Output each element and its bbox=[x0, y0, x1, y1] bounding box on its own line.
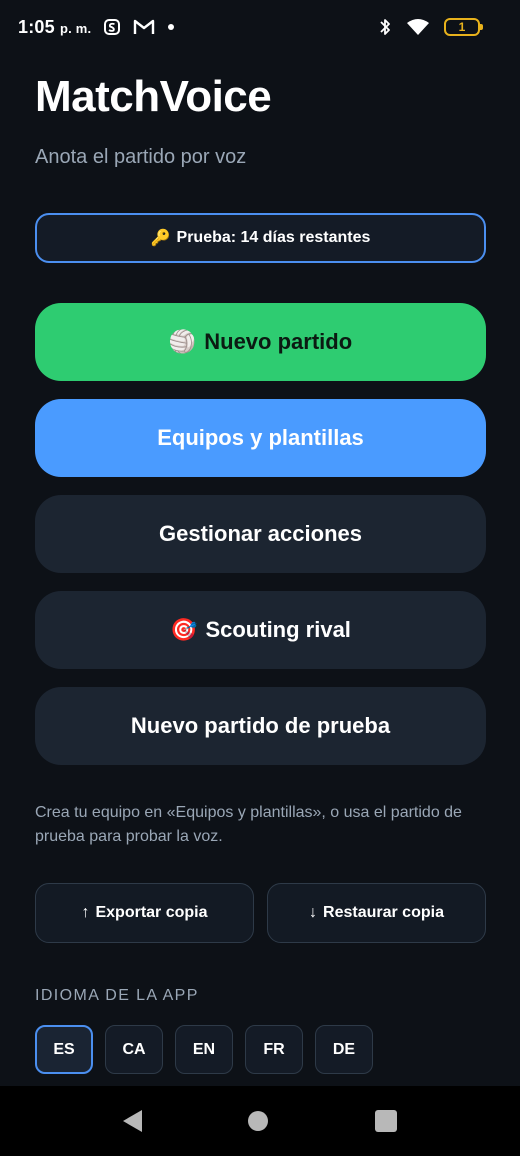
teams-label: Equipos y plantillas bbox=[157, 425, 364, 450]
status-bar: 1:05 p. m. 1 bbox=[0, 0, 520, 54]
dot-icon bbox=[167, 23, 175, 31]
language-selector: ES CA EN FR DE bbox=[35, 1025, 373, 1074]
home-icon[interactable] bbox=[248, 1111, 269, 1131]
gmail-icon bbox=[133, 18, 155, 36]
trial-badge[interactable]: 🔑 Prueba: 14 días restantes bbox=[35, 213, 486, 263]
app-subtitle: Anota el partido por voz bbox=[35, 146, 247, 168]
status-right: 1 bbox=[378, 17, 483, 37]
language-option-fr[interactable]: FR bbox=[245, 1025, 303, 1074]
restore-backup-button[interactable]: ↓ Restaurar copia bbox=[267, 883, 486, 943]
key-icon: 🔑 bbox=[150, 230, 171, 247]
system-nav-bar bbox=[0, 1086, 520, 1156]
language-option-de[interactable]: DE bbox=[315, 1025, 373, 1074]
test-match-button[interactable]: Nuevo partido de prueba bbox=[35, 687, 486, 765]
status-clock: 1:05 p. m. bbox=[18, 17, 91, 38]
export-label: Exportar copia bbox=[95, 904, 208, 921]
scouting-label: Scouting rival bbox=[205, 617, 351, 642]
manage-actions-label: Gestionar acciones bbox=[159, 521, 362, 546]
manage-actions-button[interactable]: Gestionar acciones bbox=[35, 495, 486, 573]
language-section-label: IDIOMA DE LA APP bbox=[35, 987, 199, 1004]
restore-label: Restaurar copia bbox=[323, 904, 444, 921]
home-screen: 1:05 p. m. 1 MatchVoice Anota el partido… bbox=[0, 0, 520, 1156]
language-option-es[interactable]: ES bbox=[35, 1025, 93, 1074]
teams-button[interactable]: Equipos y plantillas bbox=[35, 399, 486, 477]
new-match-label: Nuevo partido bbox=[204, 329, 353, 354]
test-match-label: Nuevo partido de prueba bbox=[130, 713, 391, 738]
language-option-en[interactable]: EN bbox=[175, 1025, 233, 1074]
clock-ampm: p. m. bbox=[60, 20, 92, 36]
recent-apps-icon[interactable] bbox=[374, 1110, 397, 1132]
arrow-up-icon: ↑ bbox=[81, 904, 90, 921]
battery-icon: 1 bbox=[444, 18, 483, 36]
hint-text: Crea tu equipo en «Equipos y plantillas»… bbox=[35, 804, 462, 845]
language-option-ca[interactable]: CA bbox=[105, 1025, 163, 1074]
wifi-icon bbox=[406, 18, 430, 36]
volleyball-icon: 🏐 bbox=[168, 329, 197, 354]
scouting-button[interactable]: 🎯 Scouting rival bbox=[35, 591, 486, 669]
arrow-down-icon: ↓ bbox=[309, 904, 318, 921]
app-title: MatchVoice bbox=[35, 72, 272, 121]
status-left: 1:05 p. m. bbox=[18, 17, 175, 38]
clock-time: 1:05 bbox=[18, 16, 55, 37]
battery-level: 1 bbox=[458, 20, 466, 34]
back-icon[interactable] bbox=[123, 1110, 143, 1132]
new-match-button[interactable]: 🏐 Nuevo partido bbox=[35, 303, 486, 381]
trial-label: Prueba: 14 días restantes bbox=[176, 229, 371, 246]
bluetooth-icon bbox=[378, 17, 392, 37]
export-backup-button[interactable]: ↑ Exportar copia bbox=[35, 883, 254, 943]
target-icon: 🎯 bbox=[170, 617, 198, 642]
app-s-icon bbox=[103, 18, 121, 36]
